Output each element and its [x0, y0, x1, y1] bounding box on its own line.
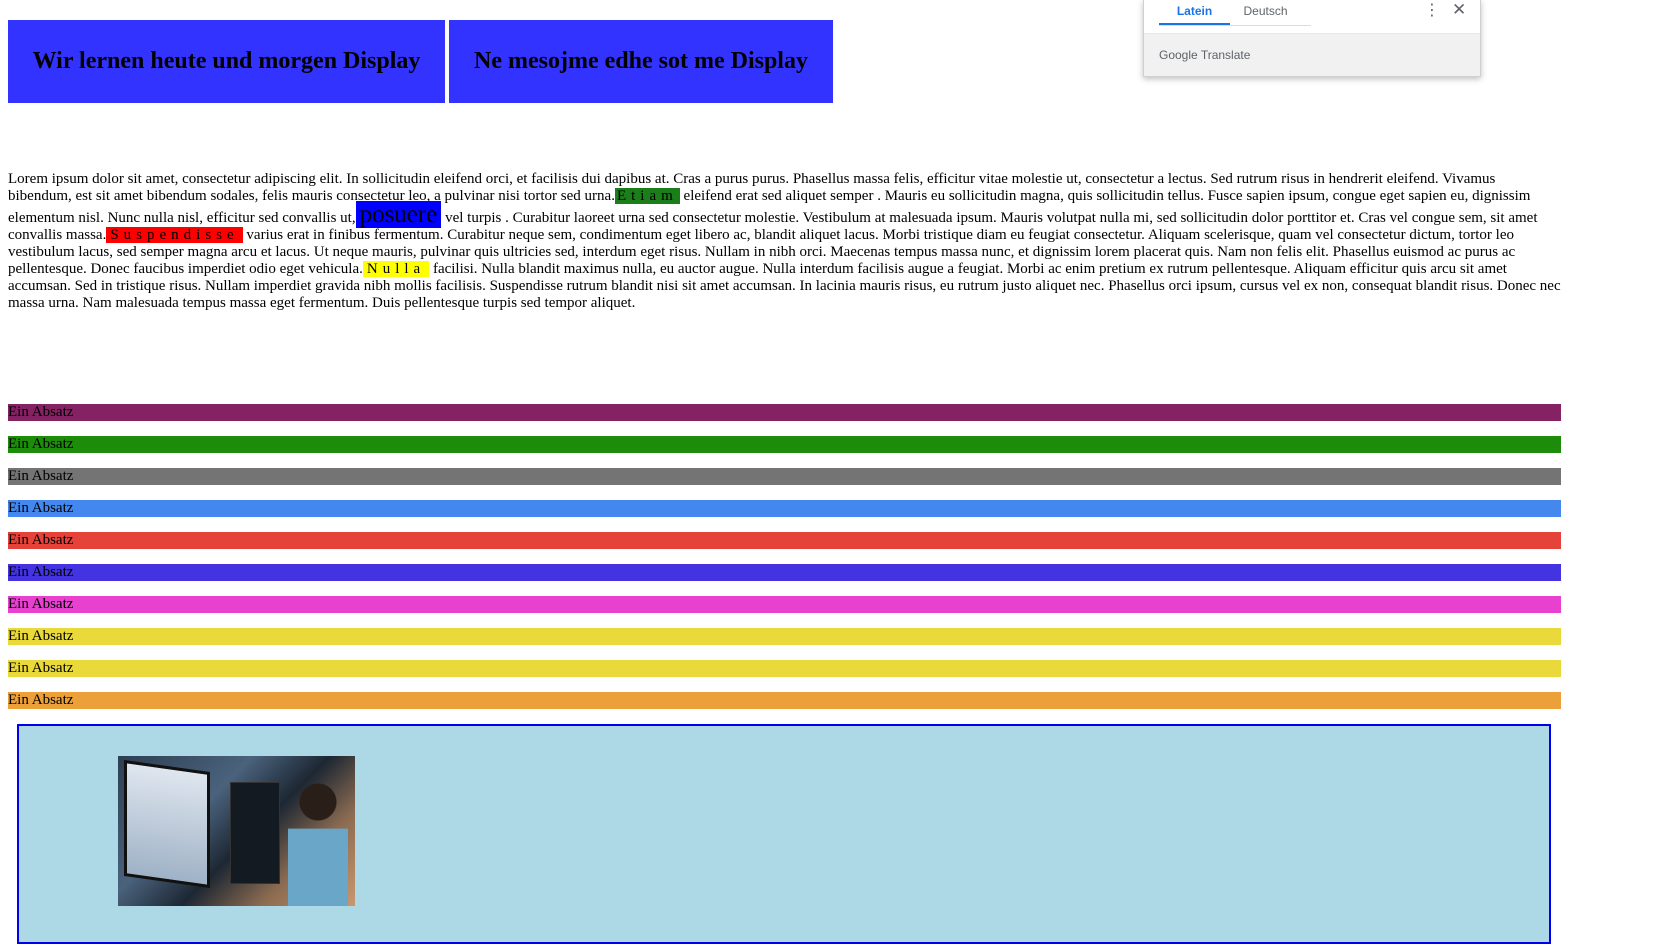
- google-translate-logo: Google Translate: [1159, 48, 1250, 62]
- absatz-row: Ein Absatz: [8, 660, 1561, 677]
- photo-person: [288, 776, 348, 906]
- brand-translate: Translate: [1200, 48, 1251, 62]
- header-box-german: Wir lernen heute und morgen Display: [8, 20, 445, 103]
- highlight-suspendisse: Suspendisse: [106, 227, 243, 243]
- absatz-label: Ein Absatz: [8, 692, 74, 708]
- highlight-nulla: Nulla: [362, 261, 430, 277]
- absatz-label: Ein Absatz: [8, 628, 74, 644]
- absatz-label: Ein Absatz: [8, 500, 74, 516]
- absatz-row: Ein Absatz: [8, 500, 1561, 517]
- paragraph-list: Ein Absatz Ein Absatz Ein Absatz Ein Abs…: [8, 404, 1561, 724]
- absatz-label: Ein Absatz: [8, 404, 74, 420]
- absatz-row: Ein Absatz: [8, 628, 1561, 645]
- absatz-row: Ein Absatz: [8, 532, 1561, 549]
- header-text-albanian: Ne mesojme edhe sot me Display: [474, 48, 808, 74]
- absatz-label: Ein Absatz: [8, 596, 74, 612]
- highlight-etiam: Etiam: [614, 188, 680, 204]
- lorem-paragraph: Lorem ipsum dolor sit amet, consectetur …: [8, 171, 1561, 312]
- tab-german[interactable]: Deutsch: [1230, 0, 1301, 25]
- absatz-row: Ein Absatz: [8, 692, 1561, 709]
- more-options-icon[interactable]: ⋮: [1424, 2, 1440, 20]
- absatz-label: Ein Absatz: [8, 660, 74, 676]
- absatz-row: Ein Absatz: [8, 404, 1561, 421]
- google-translate-popup: Latein Deutsch ⋮ ✕ Google Translate: [1143, 0, 1481, 77]
- photo-pc-tower: [230, 782, 280, 884]
- header-text-german: Wir lernen heute und morgen Display: [32, 48, 421, 74]
- header-box-albanian: Ne mesojme edhe sot me Display: [449, 20, 833, 103]
- absatz-row: Ein Absatz: [8, 436, 1561, 453]
- absatz-row: Ein Absatz: [8, 564, 1561, 581]
- translate-footer: Google Translate: [1144, 34, 1480, 76]
- absatz-label: Ein Absatz: [8, 532, 74, 548]
- absatz-label: Ein Absatz: [8, 564, 74, 580]
- absatz-label: Ein Absatz: [8, 468, 74, 484]
- image-container: [17, 724, 1551, 944]
- highlight-posuere: posuere: [355, 201, 442, 228]
- absatz-label: Ein Absatz: [8, 436, 74, 452]
- absatz-row: Ein Absatz: [8, 596, 1561, 613]
- translate-tabs: Latein Deutsch: [1159, 0, 1311, 26]
- close-icon[interactable]: ✕: [1452, 1, 1466, 19]
- brand-google: Google: [1159, 48, 1198, 62]
- photo-monitor: [124, 759, 210, 889]
- header-row: Wir lernen heute und morgen Display Ne m…: [8, 20, 833, 103]
- absatz-row: Ein Absatz: [8, 468, 1561, 485]
- tab-latin[interactable]: Latein: [1159, 0, 1230, 25]
- photo-person-at-computer: [118, 756, 355, 906]
